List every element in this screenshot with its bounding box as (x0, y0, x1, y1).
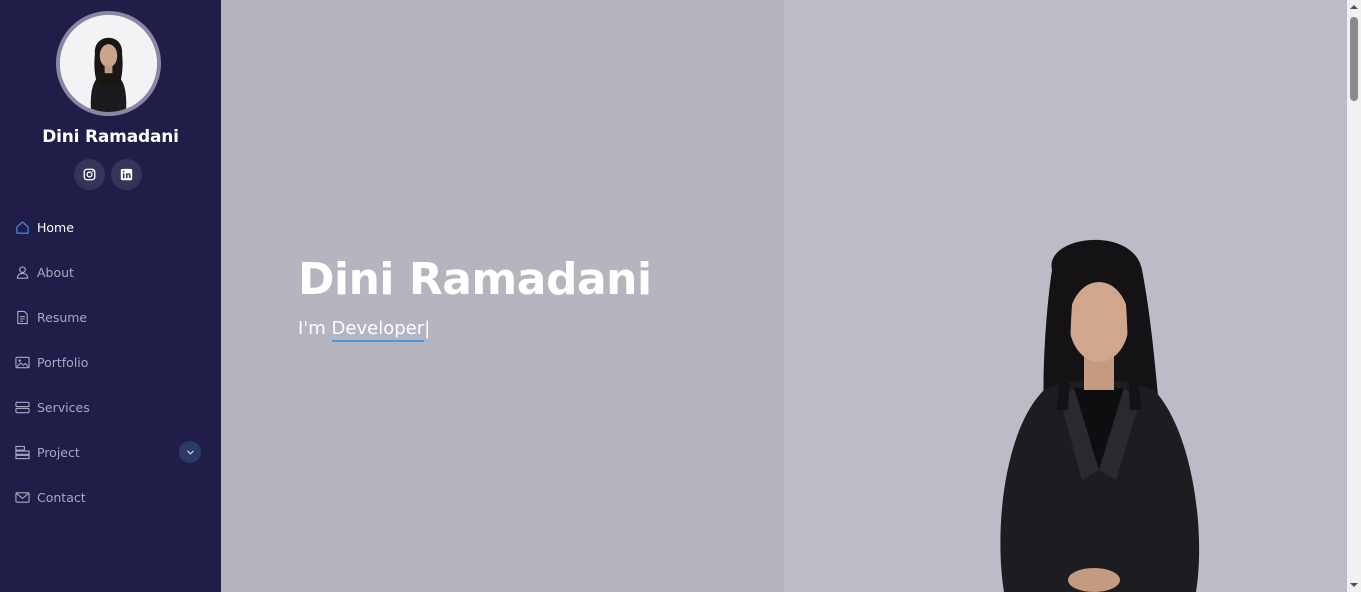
hero-portrait (964, 230, 1234, 592)
nav-item-project[interactable]: Project (0, 430, 221, 475)
avatar (56, 11, 161, 116)
sidebar: Dini Ramadani Home About Resume Portfoli… (0, 0, 221, 592)
envelope-icon (14, 490, 30, 506)
nav-item-services[interactable]: Services (0, 385, 221, 430)
chevron-down-icon[interactable] (179, 441, 201, 463)
nav-label-project: Project (37, 445, 80, 460)
social-links (74, 159, 142, 190)
avatar-photo (60, 15, 157, 112)
nav-label-home: Home (37, 220, 74, 235)
nav-label-about: About (37, 265, 74, 280)
scroll-up-arrow-icon[interactable] (1347, 0, 1361, 14)
page-scrollbar[interactable] (1347, 0, 1361, 592)
file-icon (14, 310, 30, 326)
hero-background-right (784, 0, 1347, 592)
linkedin-icon (120, 168, 133, 181)
nav-item-portfolio[interactable]: Portfolio (0, 340, 221, 385)
person-icon (14, 265, 30, 281)
nav-label-resume: Resume (37, 310, 88, 325)
images-icon (14, 355, 30, 371)
hero-title: Dini Ramadani (298, 254, 652, 305)
nav-label-portfolio: Portfolio (37, 355, 89, 370)
nav-item-contact[interactable]: Contact (0, 475, 221, 520)
scroll-down-arrow-icon[interactable] (1347, 578, 1361, 592)
linkedin-link[interactable] (111, 159, 142, 190)
instagram-link[interactable] (74, 159, 105, 190)
home-icon (14, 220, 30, 236)
scroll-thumb[interactable] (1350, 17, 1358, 101)
nav-menu: Home About Resume Portfolio Services Pro… (0, 205, 221, 520)
stack-icon (14, 445, 30, 461)
nav-item-resume[interactable]: Resume (0, 295, 221, 340)
hero-prefix: I'm (298, 318, 326, 339)
instagram-icon (83, 168, 96, 181)
nav-item-home[interactable]: Home (0, 205, 221, 250)
typing-caret: | (424, 318, 431, 339)
hero-subtitle: I'm Developer| (298, 318, 431, 342)
profile-name: Dini Ramadani (42, 127, 179, 147)
nav-label-services: Services (37, 400, 90, 415)
hero-typed-role: Developer (331, 318, 425, 342)
nav-label-contact: Contact (37, 490, 86, 505)
nav-item-about[interactable]: About (0, 250, 221, 295)
server-icon (14, 400, 30, 416)
